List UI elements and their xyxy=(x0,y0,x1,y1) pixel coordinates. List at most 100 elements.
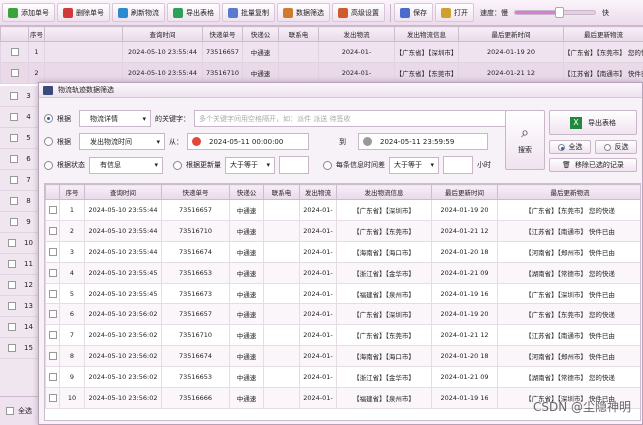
time-field-select[interactable]: 发出物流时间 ▾ xyxy=(79,133,165,150)
row-checkbox[interactable] xyxy=(48,310,57,319)
row-checkbox-cell[interactable]: 6 xyxy=(0,149,41,170)
column-header[interactable]: 序号 xyxy=(28,26,45,42)
interval-op-select[interactable]: 大于等于 ▾ xyxy=(389,156,439,174)
table-row[interactable]: 3 2024-05-10 23:55:44 73516674 中通速 2024-01- 【… xyxy=(45,240,640,263)
row-checkbox-cell[interactable] xyxy=(45,219,60,242)
invert-selection-button[interactable]: 反选 xyxy=(595,140,637,154)
dialog-export-button[interactable]: X 导出表格 xyxy=(549,110,637,135)
table-row[interactable]: 8 2024-05-10 23:56:02 73516674 中通速 2024-01- 【… xyxy=(45,345,640,368)
row-checkbox[interactable] xyxy=(48,247,57,256)
row-checkbox[interactable] xyxy=(10,113,19,121)
row-checkbox-cell[interactable] xyxy=(45,324,60,347)
column-header[interactable]: 序号 xyxy=(59,184,85,200)
status-select[interactable]: 有信息 ▾ xyxy=(89,156,163,174)
row-checkbox-cell[interactable] xyxy=(45,199,60,221)
row-checkbox[interactable] xyxy=(10,155,19,163)
from-datetime-picker[interactable]: 2024-05-11 00:00:00 xyxy=(187,133,309,150)
row-checkbox[interactable] xyxy=(48,205,57,214)
row-checkbox[interactable] xyxy=(48,331,57,340)
row-checkbox-cell[interactable] xyxy=(45,387,60,409)
row-checkbox[interactable] xyxy=(10,48,19,56)
row-checkbox[interactable] xyxy=(10,197,19,205)
column-header[interactable]: 发出物流 xyxy=(318,26,395,42)
detail-field-select[interactable]: 物流详情 ▾ xyxy=(79,110,151,127)
row-checkbox-cell[interactable]: 3 xyxy=(0,86,41,107)
row-checkbox[interactable] xyxy=(10,92,19,100)
interval-input[interactable] xyxy=(443,156,473,174)
table-row[interactable]: 1 2024-05-10 23:55:44 73516657 中通速 2024-01- 【… xyxy=(45,199,640,221)
row-checkbox-cell[interactable]: 15 xyxy=(0,338,41,359)
row-checkbox-cell[interactable] xyxy=(45,345,60,368)
row-checkbox[interactable] xyxy=(8,281,17,289)
table-row[interactable]: 7 2024-05-10 23:56:02 73516710 中通速 2024-01- 【… xyxy=(45,324,640,347)
open-button[interactable]: 打开 xyxy=(435,3,474,22)
column-header[interactable]: 查询时间 xyxy=(84,184,162,200)
column-header[interactable]: 快递单号 xyxy=(202,26,243,42)
speed-slider-knob[interactable] xyxy=(555,7,564,18)
row-checkbox[interactable] xyxy=(10,218,19,226)
to-datetime-picker[interactable]: 2024-05-11 23:59:59 xyxy=(358,133,488,150)
filter-by-interval-radio[interactable] xyxy=(323,160,332,170)
refresh-logistics-button[interactable]: 刷新物流 xyxy=(112,3,165,22)
column-header[interactable]: 快递公 xyxy=(229,184,264,200)
update-count-input[interactable] xyxy=(279,156,309,174)
data-filter-button[interactable]: 数据筛选 xyxy=(277,3,330,22)
filter-by-update-count-radio[interactable] xyxy=(173,160,182,170)
row-checkbox-cell[interactable] xyxy=(45,282,60,305)
table-row[interactable]: 6 2024-05-10 23:56:02 73516657 中通速 2024-01- 【… xyxy=(45,303,640,326)
row-checkbox[interactable] xyxy=(10,69,19,77)
column-header[interactable]: 最后更新物流 xyxy=(497,184,640,200)
row-checkbox-cell[interactable]: 13 xyxy=(0,296,41,317)
row-checkbox[interactable] xyxy=(48,393,57,402)
row-checkbox-cell[interactable] xyxy=(0,62,29,84)
batch-copy-button[interactable]: 批量复制 xyxy=(222,3,275,22)
row-checkbox-cell[interactable]: 11 xyxy=(0,254,41,275)
row-checkbox-cell[interactable]: 14 xyxy=(0,317,41,338)
save-button[interactable]: 保存 xyxy=(394,3,433,22)
row-checkbox[interactable] xyxy=(48,373,57,382)
table-row[interactable]: 1 2024-05-10 23:55:44 73516657 中通速 2024-01- 【… xyxy=(0,41,643,63)
row-checkbox[interactable] xyxy=(48,352,57,361)
row-checkbox[interactable] xyxy=(48,289,57,298)
update-op-select[interactable]: 大于等于 ▾ xyxy=(225,156,275,174)
row-checkbox-cell[interactable]: 10 xyxy=(0,233,41,254)
column-header[interactable]: 查询时间 xyxy=(122,26,203,42)
delete-number-button[interactable]: 删除单号 xyxy=(57,3,110,22)
table-row[interactable]: 9 2024-05-10 23:56:02 73516653 中通速 2024-01- 【… xyxy=(45,366,640,389)
row-checkbox[interactable] xyxy=(8,260,17,268)
row-checkbox-cell[interactable] xyxy=(45,240,60,263)
remove-selected-button[interactable]: 🗑 移除已选的记录 xyxy=(549,158,637,172)
select-all-button[interactable]: 全选 xyxy=(549,140,591,154)
export-table-button[interactable]: 导出表格 xyxy=(167,3,220,22)
column-header[interactable]: 快递单号 xyxy=(161,184,230,200)
table-row[interactable]: 5 2024-05-10 23:55:45 73516673 中通速 2024-01- 【… xyxy=(45,282,640,305)
column-header[interactable]: 最后更新时间 xyxy=(458,26,564,42)
column-header[interactable]: 联系电 xyxy=(263,184,300,200)
row-checkbox-cell[interactable] xyxy=(45,366,60,389)
filter-by-time-radio[interactable] xyxy=(44,137,53,146)
row-checkbox[interactable] xyxy=(8,302,17,310)
keyword-input[interactable]: 多个关键字间用空格隔开，如：派件 派送 待签收 xyxy=(194,110,506,127)
row-checkbox-cell[interactable] xyxy=(45,303,60,326)
row-checkbox-cell[interactable]: 8 xyxy=(0,191,41,212)
row-checkbox-cell[interactable]: 9 xyxy=(0,212,41,233)
row-checkbox-cell[interactable]: 5 xyxy=(0,128,41,149)
row-checkbox[interactable] xyxy=(48,268,57,277)
row-checkbox-cell[interactable]: 7 xyxy=(0,170,41,191)
filter-by-detail-radio[interactable] xyxy=(44,114,53,123)
column-header[interactable]: 最后更新时间 xyxy=(431,184,498,200)
advanced-settings-button[interactable]: 高级设置 xyxy=(332,3,385,22)
row-checkbox[interactable] xyxy=(8,239,17,247)
speed-slider[interactable] xyxy=(514,7,596,18)
row-checkbox-cell[interactable] xyxy=(45,261,60,284)
column-header[interactable]: 联系电 xyxy=(278,26,319,42)
table-row[interactable]: 4 2024-05-10 23:55:45 73516653 中通速 2024-01- 【… xyxy=(45,261,640,284)
column-header[interactable]: 发出物流信息 xyxy=(336,184,432,200)
add-number-button[interactable]: 添加单号 xyxy=(2,3,55,22)
row-checkbox[interactable] xyxy=(8,323,17,331)
row-checkbox-cell[interactable]: 12 xyxy=(0,275,41,296)
column-header[interactable]: 最后更新物流 xyxy=(563,26,643,42)
table-row[interactable]: 2 2024-05-10 23:55:44 73516710 中通速 2024-01- 【… xyxy=(45,219,640,242)
filter-by-status-radio[interactable] xyxy=(44,160,53,170)
search-button[interactable]: ⌕ 搜索 xyxy=(505,110,545,170)
